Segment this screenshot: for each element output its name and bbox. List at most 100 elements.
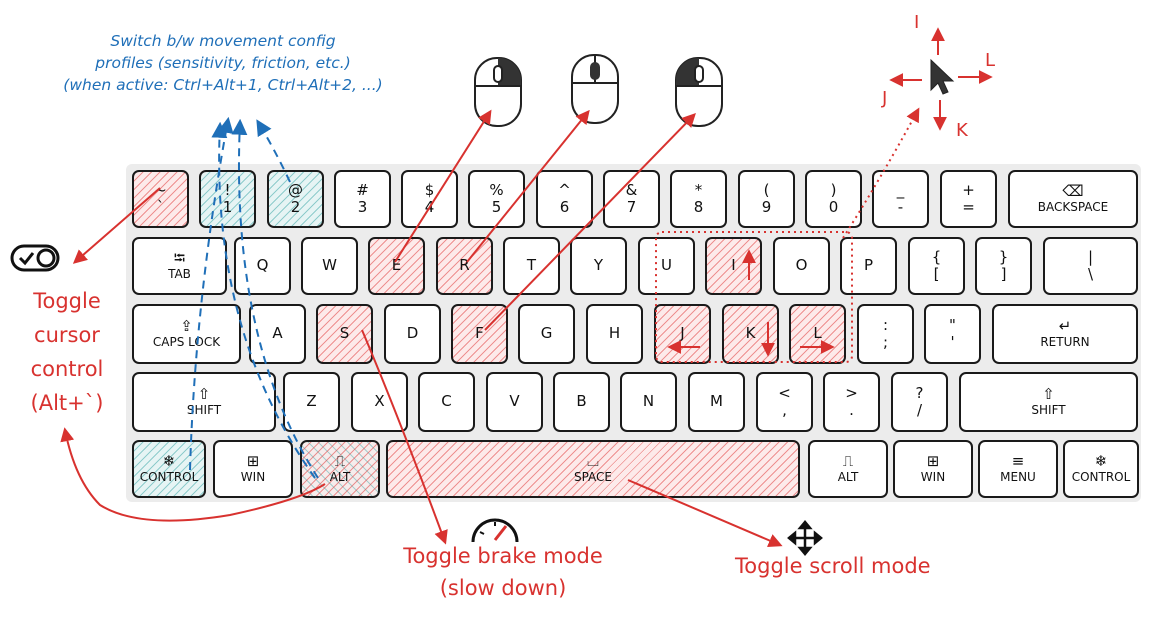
key-row2-0-tab: ⭾ TAB xyxy=(132,237,227,295)
key-row2-7-u: U xyxy=(638,237,695,295)
key-row4-11-shift: ⇧ SHIFT xyxy=(959,372,1138,432)
key-row5-6-menu: ≡ MENU xyxy=(978,440,1058,498)
key-label: D xyxy=(406,324,419,343)
key-row1-4-4: $4 xyxy=(401,170,458,228)
key-top-label: @ xyxy=(288,180,303,199)
key-row5-3-space: ⌴ SPACE xyxy=(386,440,800,498)
key-label: F xyxy=(475,324,484,343)
toggle-switch-icon xyxy=(10,244,60,272)
key-row5-4-alt: ⎍ ALT xyxy=(808,440,888,498)
key-top-label: | xyxy=(1087,247,1094,266)
key-top-label: > xyxy=(845,383,858,402)
key-label: P xyxy=(863,256,874,275)
key-label: B xyxy=(576,392,587,411)
key-label: K xyxy=(745,324,756,343)
key-row2-1-q: Q xyxy=(234,237,291,295)
key-label: A xyxy=(272,324,283,343)
key-row4-1-z: Z xyxy=(283,372,340,432)
key-top-label: ⇧ xyxy=(197,385,211,404)
key-row3-3-d: D xyxy=(384,304,441,364)
key-row4-8--: <, xyxy=(756,372,813,432)
key-row1-0--: ~ ` xyxy=(132,170,189,228)
key-row5-1-win: ⊞ WIN xyxy=(213,440,293,498)
key-label: N xyxy=(642,392,655,411)
key-label: J xyxy=(680,324,685,343)
key-bottom-label: TAB xyxy=(168,266,191,281)
cursor-control-annotation: Toggle cursor control (Alt+`) xyxy=(30,289,104,415)
key-bottom-label: ] xyxy=(1000,265,1007,283)
key-bottom-label: 3 xyxy=(357,198,368,216)
key-top-label: ⊞ xyxy=(926,452,940,471)
direction-label-right: L xyxy=(985,50,996,71)
direction-label-left: J xyxy=(882,88,888,109)
key-bottom-label: \ xyxy=(1087,265,1094,283)
key-label: V xyxy=(509,392,520,411)
key-row1-12--: + = xyxy=(940,170,997,228)
key-bottom-label: RETURN xyxy=(1040,334,1090,349)
key-row4-10--: ? / xyxy=(891,372,948,432)
key-bottom-label: ; xyxy=(882,333,889,351)
key-top-label: _ xyxy=(896,180,905,199)
key-top-label: { xyxy=(931,247,942,266)
key-top-label: ( xyxy=(763,180,770,199)
key-top-label: } xyxy=(998,247,1009,266)
key-row2-12--: }] xyxy=(975,237,1032,295)
key-row5-0-control: ❄ CONTROL xyxy=(132,440,206,498)
key-row2-3-e: E xyxy=(368,237,425,295)
key-label: W xyxy=(322,256,337,275)
key-bottom-label: ' xyxy=(950,333,955,351)
brake-mode-annotation: Toggle brake mode (slow down) xyxy=(403,544,603,600)
key-row1-11--: _ - xyxy=(872,170,929,228)
key-top-label: < xyxy=(778,383,791,402)
key-label: Q xyxy=(256,256,269,275)
key-row4-6-n: N xyxy=(620,372,677,432)
key-row1-9-9: (9 xyxy=(738,170,795,228)
key-label: O xyxy=(795,256,808,275)
key-bottom-label: CAPS LOCK xyxy=(152,334,221,349)
key-row3-5-g: G xyxy=(518,304,575,364)
mouse-right-click-icon xyxy=(474,57,522,127)
key-row2-13--: | \ xyxy=(1043,237,1138,295)
key-row1-2-2: @2 xyxy=(267,170,324,228)
key-top-label: ) xyxy=(830,180,837,199)
key-top-label: ^ xyxy=(558,180,571,199)
key-label: Y xyxy=(593,256,604,275)
key-row3-0-caps-lock: ⇪ CAPS LOCK xyxy=(132,304,241,364)
key-bottom-label: , xyxy=(782,401,787,419)
key-top-label: * xyxy=(694,180,703,199)
key-bottom-label: / xyxy=(916,401,923,419)
key-row3-10--: :; xyxy=(857,304,914,364)
direction-label-up: I xyxy=(914,12,920,33)
key-bottom-label: 7 xyxy=(626,198,637,216)
key-bottom-label: MENU xyxy=(1000,469,1036,484)
direction-arrows xyxy=(889,27,993,131)
key-top-label: ≡ xyxy=(1011,452,1025,471)
speedometer-icon xyxy=(471,518,519,543)
key-top-label: ? xyxy=(915,383,924,402)
key-row4-7-m: M xyxy=(688,372,745,432)
key-row3-9-l: L xyxy=(789,304,846,364)
key-bottom-label: SHIFT xyxy=(186,402,222,417)
key-bottom-label: 0 xyxy=(828,198,839,216)
key-row3-8-k: K xyxy=(722,304,779,364)
key-row4-0-shift: ⇧ SHIFT xyxy=(132,372,276,432)
key-row2-10-p: P xyxy=(840,237,897,295)
key-row2-2-w: W xyxy=(301,237,358,295)
key-top-label: ⊞ xyxy=(246,452,260,471)
key-top-label: ⇧ xyxy=(1042,385,1055,404)
key-label: Z xyxy=(306,392,317,411)
key-row1-8-8: * 8 xyxy=(670,170,727,228)
key-row5-5-win: ⊞ WIN xyxy=(893,440,973,498)
key-bottom-label: . xyxy=(849,401,854,419)
key-row2-4-r: R xyxy=(436,237,493,295)
key-row5-7-control: ❄ CONTROL xyxy=(1063,440,1139,498)
key-bottom-label: 5 xyxy=(491,198,502,216)
key-bottom-label: ALT xyxy=(329,469,351,484)
key-row3-4-f: F xyxy=(451,304,508,364)
key-bottom-label: WIN xyxy=(240,469,266,484)
key-bottom-label: ALT xyxy=(837,469,859,484)
key-row5-2-alt: ⎍ ALT xyxy=(300,440,380,498)
cursor-arrow-icon xyxy=(930,58,955,95)
move-arrows-icon xyxy=(787,520,823,556)
key-label: L xyxy=(813,324,822,343)
